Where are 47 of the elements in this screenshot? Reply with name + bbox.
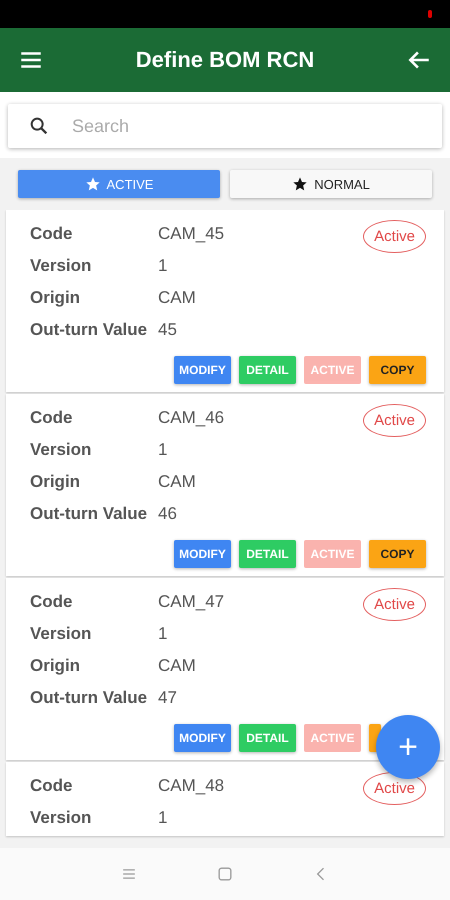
field-label: Out-turn Value [30,504,148,524]
filter-tab[interactable]: ACTIVE [18,170,220,198]
field-value: CAM_48 [158,776,226,796]
status-badge: Active [363,404,426,437]
status-badge: Active [363,588,426,621]
field-value: 45 [158,320,178,340]
field-value: 1 [158,256,168,276]
filter-tab[interactable]: NORMAL [230,170,432,198]
star-icon [292,176,308,192]
field-value: 46 [158,504,178,524]
field-label: Version [30,256,92,276]
field-value: CAM [158,656,197,676]
field-label: Out-turn Value [30,688,148,708]
field-value: 47 [158,688,178,708]
field-label: Code [30,408,74,428]
field-label: Origin [30,288,82,308]
field-value: 1 [158,624,168,644]
field-value: 1 [158,440,168,460]
field-label: Origin [30,656,82,676]
field-value: 1 [158,808,168,828]
copy-button[interactable]: COPY [369,356,426,384]
detail-button[interactable]: DETAIL [239,356,296,384]
detail-button[interactable]: DETAIL [239,724,296,752]
field-value: CAM_46 [158,408,226,428]
field-label: Code [30,592,74,612]
detail-button[interactable]: DETAIL [239,540,296,568]
field-label: Version [30,440,92,460]
field-label: Version [30,624,92,644]
field-value: CAM_45 [158,224,226,244]
field-label: Out-turn Value [30,320,148,340]
field-value: CAM [158,288,197,308]
star-icon [84,176,101,192]
search-field[interactable]: Search [8,104,442,148]
modify-button[interactable]: MODIFY [174,724,231,752]
modify-button[interactable]: MODIFY [174,356,231,384]
field-label: Code [30,776,74,796]
recording-indicator [428,10,432,18]
copy-button[interactable]: COPY [369,540,426,568]
page-title: Define BOM RCN [134,47,316,73]
field-label: Origin [30,472,82,492]
field-value: CAM_47 [158,592,226,612]
search-icon [28,115,50,137]
field-label: Code [30,224,74,244]
modify-button[interactable]: MODIFY [174,540,231,568]
status-badge: Active [363,220,426,253]
field-label: Version [30,808,92,828]
field-value: CAM [158,472,197,492]
